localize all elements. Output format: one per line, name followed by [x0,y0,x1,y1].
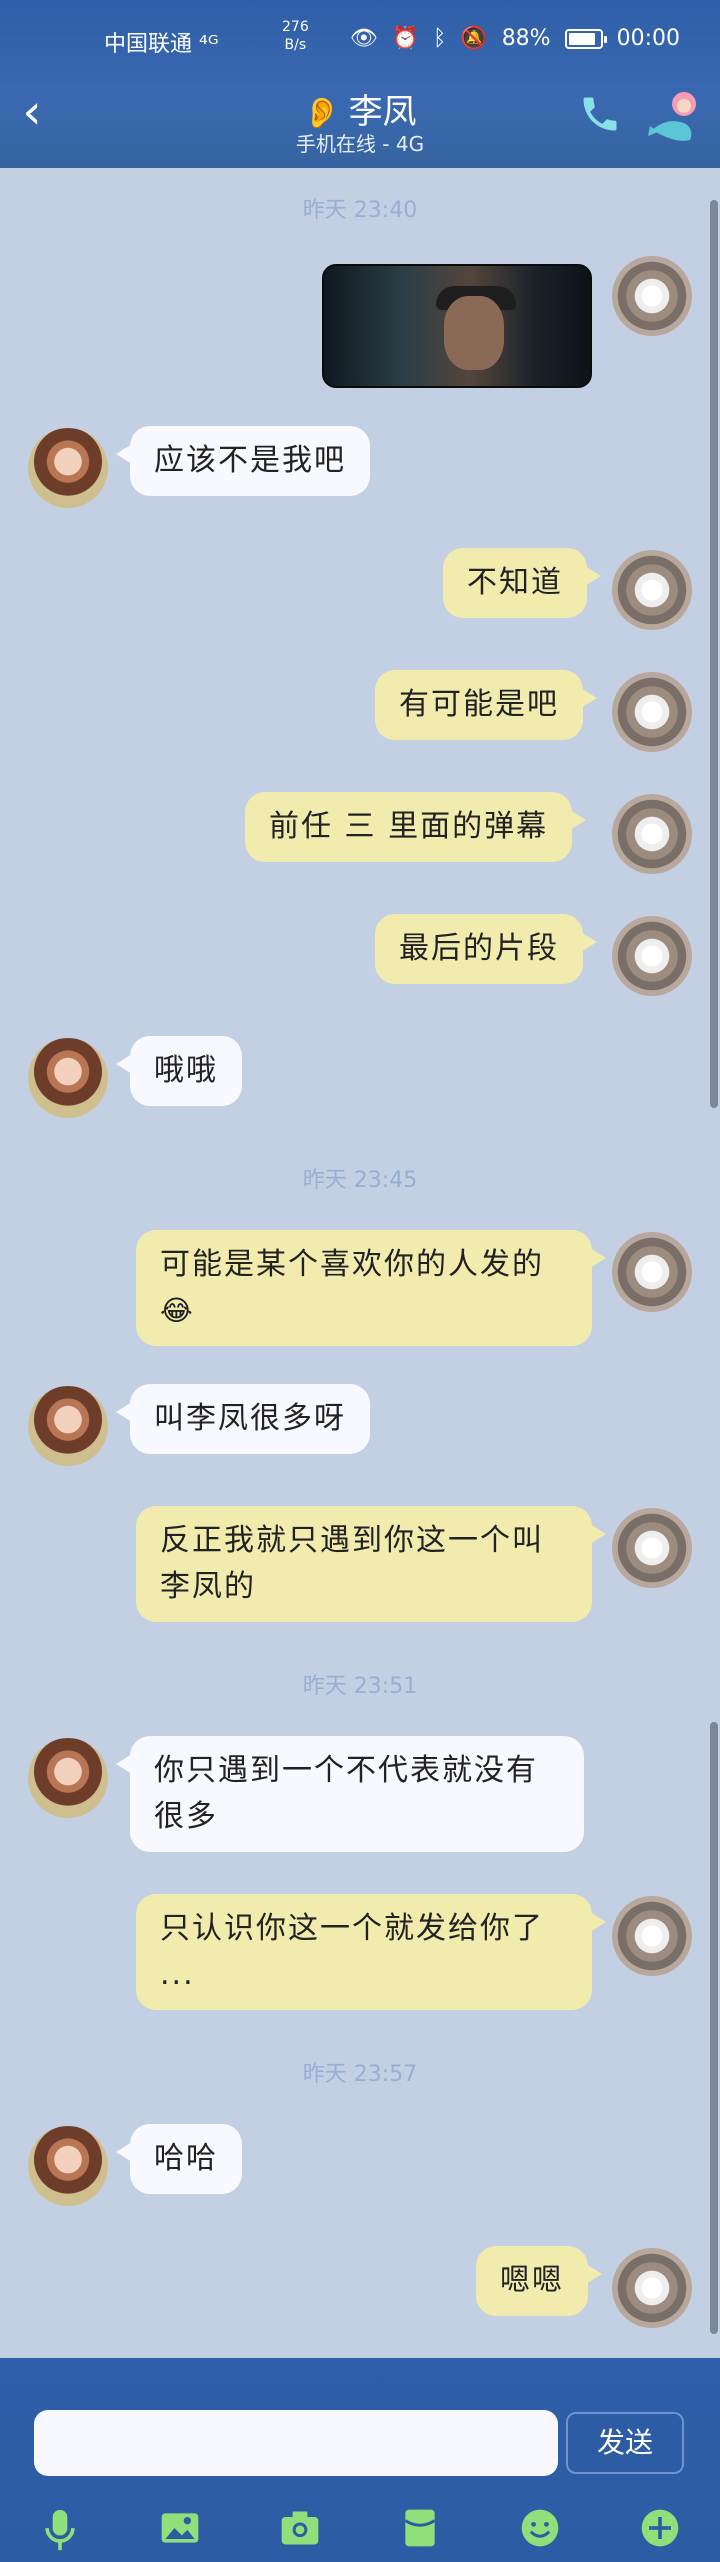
voice-button[interactable] [38,2506,82,2551]
message-bubble-received[interactable]: 你只遇到一个不代表就没有 很多 [116,1736,584,1852]
my-avatar[interactable] [612,550,692,630]
message-bubble-sent[interactable]: 反正我就只遇到你这一个叫 李凤的 [136,1506,606,1622]
message-bubble-sent[interactable]: 只认识你这一个就发给你了 ... [136,1894,606,2010]
video-thumbnail[interactable] [322,264,592,388]
contact-avatar[interactable] [28,1038,108,1118]
carrier-label: 中国联通 ⁴ᴳ [104,32,219,57]
send-button[interactable]: 发送 [566,2412,684,2474]
timestamp: 昨天 23:45 [302,1168,418,1193]
bluetooth-icon: ᛒ [433,26,447,51]
message-text: 你只遇到一个不代表就没有 [154,1753,538,1788]
battery-fill [568,32,595,45]
eye-icon: 👁 [349,26,378,51]
timestamp: 昨天 23:51 [302,1674,418,1699]
chat-history[interactable]: 昨天 23:40 应该不是我吧 不知道 有可能是吧 前任 三 里面的弹幕 最后的… [0,168,720,2358]
video-figure-face [444,296,504,370]
message-bubble-sent[interactable]: 最后的片段 [375,914,597,984]
camera-button[interactable] [278,2506,322,2550]
phone-icon [583,97,617,131]
status-icons: 👁 ⏰ ᛒ 🔕 88% 00:00 [350,26,680,51]
my-avatar[interactable] [612,794,692,874]
composer-toolbar [0,2496,720,2556]
message-bubble-sent[interactable]: 不知道 [443,548,601,618]
contact-name: 李凤 [348,92,417,132]
message-bubble-sent[interactable]: 嗯嗯 [476,2246,602,2316]
scrollbar[interactable] [710,200,718,1108]
mermaid-mascot-icon[interactable] [646,86,704,148]
my-avatar[interactable] [612,1508,692,1588]
battery-percent: 88% [501,26,551,51]
network-speed: 276 B/s [282,18,309,54]
message-bubble-received[interactable]: 应该不是我吧 [116,426,370,496]
message-bubble-sent[interactable]: 前任 三 里面的弹幕 [245,792,587,862]
microphone-icon [45,2509,75,2551]
my-avatar[interactable] [612,916,692,996]
contact-avatar[interactable] [28,2126,108,2206]
alarm-icon: ⏰ [391,26,420,51]
my-avatar[interactable] [612,256,692,336]
ear-icon: 👂 [303,96,341,131]
message-bubble-sent[interactable]: 可能是某个喜欢你的人发的 😂 [136,1230,606,1346]
message-text: 只认识你这一个就发给你了 [160,1911,544,1946]
composer-bar: 发送 [0,2358,720,2562]
my-avatar[interactable] [612,2248,692,2328]
emoji-button[interactable] [518,2506,562,2550]
message-bubble-received[interactable]: 叫李凤很多呀 [116,1384,370,1454]
contact-avatar[interactable] [28,428,108,508]
message-bubble-received[interactable]: 哦哦 [116,1036,242,1106]
timestamp: 昨天 23:57 [302,2062,418,2087]
message-bubble-sent[interactable]: 有可能是吧 [375,670,597,740]
my-avatar[interactable] [612,672,692,752]
title-bar: 中国联通 ⁴ᴳ 276 B/s 👁 ⏰ ᛒ 🔕 88% 00:00 ‹ 👂 李凤 … [0,0,720,168]
mute-icon: 🔕 [460,26,488,51]
message-text: 很多 [154,1799,218,1834]
message-input[interactable] [34,2410,558,2476]
laughing-emoji-icon: 😂 [160,1294,195,1327]
clock: 00:00 [616,26,680,51]
speed-value: 276 [282,19,309,35]
status-bar: 中国联通 ⁴ᴳ 276 B/s 👁 ⏰ ᛒ 🔕 88% 00:00 [0,19,720,62]
message-text: 可能是某个喜欢你的人发的 [160,1247,544,1282]
plus-circle-icon [641,2509,679,2547]
contact-avatar[interactable] [28,1738,108,1818]
image-icon [161,2513,199,2543]
message-text: ... [160,1957,195,1992]
message-text: 反正我就只遇到你这一个叫 [160,1523,544,1558]
image-button[interactable] [158,2506,202,2550]
more-button[interactable] [638,2506,682,2550]
call-button[interactable] [578,92,622,136]
red-packet-icon [404,2509,436,2547]
red-packet-button[interactable] [398,2506,442,2550]
camera-icon [281,2511,319,2545]
smiley-icon [521,2509,559,2547]
my-avatar[interactable] [612,1232,692,1312]
scrollbar-thumb[interactable] [710,1722,718,2334]
battery-icon [564,28,607,49]
my-avatar[interactable] [612,1896,692,1976]
timestamp: 昨天 23:40 [302,198,418,223]
message-bubble-received[interactable]: 哈哈 [116,2124,242,2194]
speed-unit: B/s [284,37,307,53]
contact-avatar[interactable] [28,1386,108,1466]
message-text: 李凤的 [160,1569,256,1604]
